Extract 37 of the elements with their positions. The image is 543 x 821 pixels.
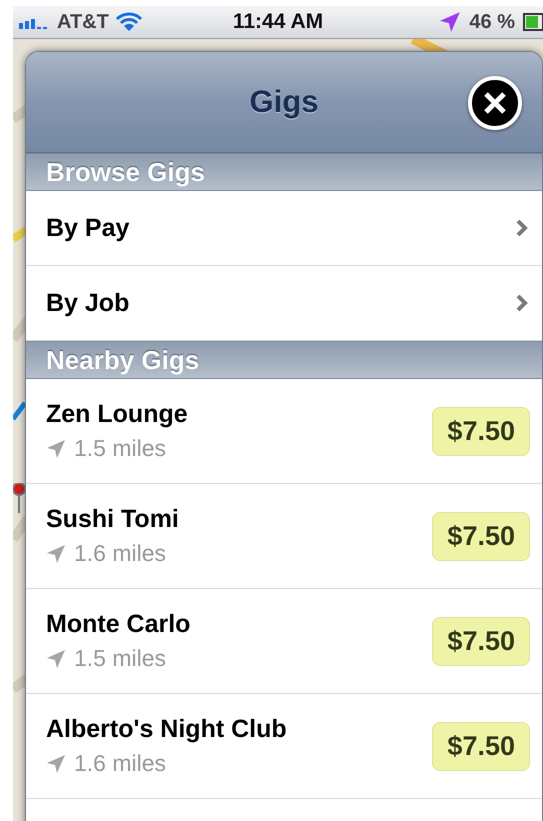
gig-row[interactable]: Monte Carlo 1.5 miles $7.50 <box>26 589 542 694</box>
wifi-icon <box>114 12 143 32</box>
gig-row[interactable]: Zen Lounge 1.5 miles $7.50 <box>26 379 542 484</box>
panel-title: Gigs <box>250 84 318 120</box>
list-item[interactable]: By Pay <box>26 191 542 266</box>
pay-badge: $7.50 <box>432 406 530 456</box>
pay-badge: $7.50 <box>432 512 530 560</box>
gig-distance: 1.6 miles <box>74 750 166 777</box>
gig-name: Zen Lounge <box>46 400 189 429</box>
battery-icon <box>523 13 543 31</box>
gig-name: Alberto's Night Club <box>46 715 288 744</box>
location-arrow-icon <box>46 754 66 774</box>
gig-row[interactable]: Sushi Tomi 1.6 miles $7.50 <box>26 484 542 589</box>
gig-distance: 1.5 miles <box>74 645 166 672</box>
location-arrow-icon <box>439 11 462 33</box>
pay-badge: $7.50 <box>432 616 530 666</box>
chevron-icon <box>516 294 528 312</box>
item-label: By Job <box>46 288 130 318</box>
battery-percent: 46 % <box>469 10 515 34</box>
gig-name: Sushi Tomi <box>46 505 180 534</box>
location-arrow-icon <box>46 544 66 564</box>
gig-row[interactable]: Alberto's Night Club 1.6 miles $7.50 <box>26 694 542 799</box>
gig-name: Monte Carlo <box>46 610 192 639</box>
carrier-name: AT&T <box>57 10 109 34</box>
close-icon <box>482 90 508 116</box>
section-title: Nearby Gigs <box>46 344 200 376</box>
location-arrow-icon <box>46 438 66 458</box>
clock-time: 11:44 AM <box>232 10 324 34</box>
gig-distance: 1.6 miles <box>74 540 166 567</box>
section-title: Browse Gigs <box>46 156 205 188</box>
item-label: By Pay <box>46 214 130 242</box>
close-button[interactable] <box>468 76 522 130</box>
chevron-icon <box>516 219 528 237</box>
location-arrow-icon <box>46 648 66 668</box>
gig-distance: 1.5 miles <box>74 435 166 462</box>
map-pin-icon <box>13 483 25 513</box>
pay-badge: $7.50 <box>432 722 530 770</box>
